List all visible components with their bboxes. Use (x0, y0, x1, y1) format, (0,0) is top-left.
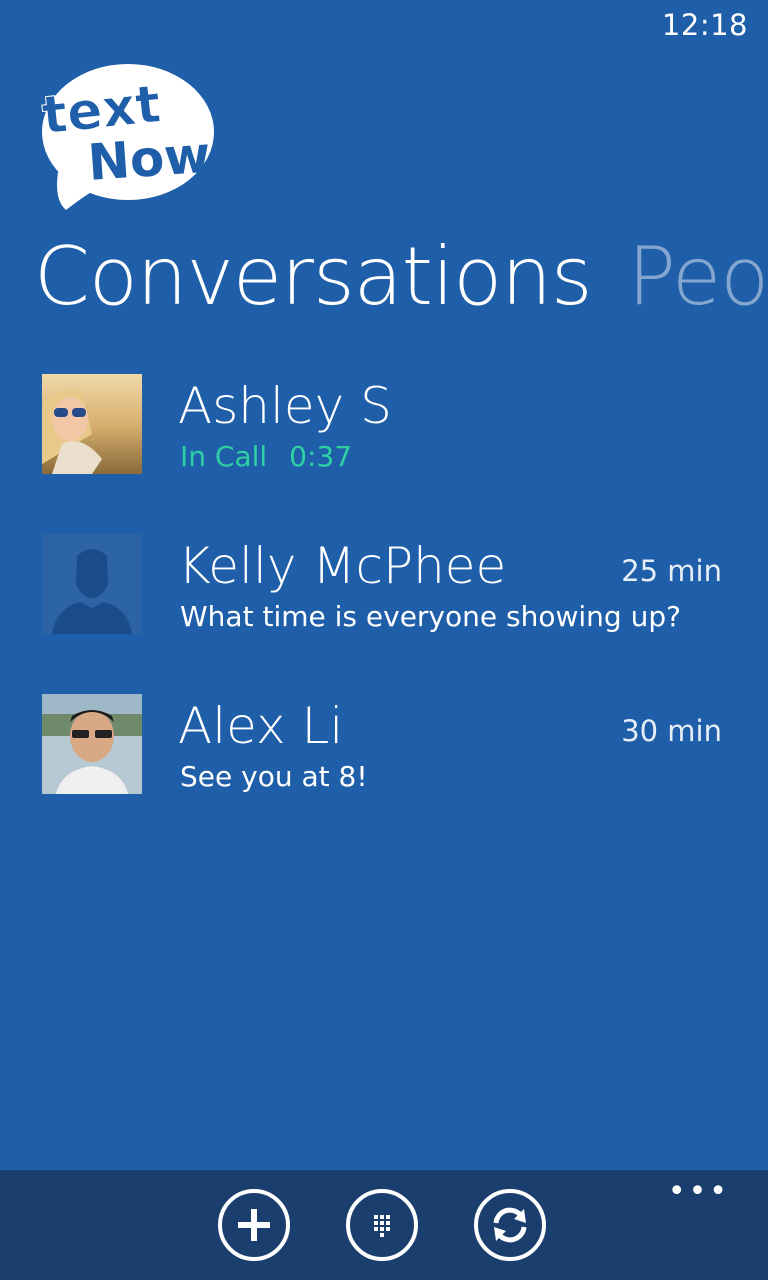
pivot-item-people[interactable]: Peo (628, 230, 768, 323)
refresh-icon (493, 1207, 527, 1243)
call-duration: 0:37 (289, 440, 353, 473)
conversation-item-kelly[interactable]: Kelly McPhee 25 min What time is everyon… (0, 534, 768, 694)
refresh-button[interactable] (474, 1189, 546, 1261)
message-time: 30 min (621, 714, 722, 748)
avatar (42, 374, 142, 474)
conversation-item-ashley[interactable]: Ashley S In Call 0:37 (0, 374, 768, 534)
plus-icon (238, 1209, 270, 1241)
contact-name: Alex Li (178, 697, 344, 755)
contact-name: Ashley S (178, 377, 392, 435)
conversation-list: Ashley S In Call 0:37 Kelly McPhee 25 min… (0, 374, 768, 854)
more-options-button[interactable]: ••• (668, 1177, 730, 1207)
status-bar-time: 12:18 (661, 8, 748, 42)
pivot-item-conversations[interactable]: Conversations (34, 230, 593, 323)
svg-text:Now: Now (86, 126, 212, 192)
message-preview: See you at 8! (180, 760, 368, 793)
pivot-header: Conversations Peo (34, 230, 768, 323)
avatar-placeholder (42, 534, 142, 634)
avatar (42, 694, 142, 794)
textnow-logo: text Now (36, 60, 216, 212)
app-bar: ••• (0, 1170, 768, 1280)
dialpad-button[interactable] (346, 1189, 418, 1261)
conversation-item-alex[interactable]: Alex Li 30 min See you at 8! (0, 694, 768, 854)
call-status-label: In Call (180, 440, 268, 473)
dialpad-icon (374, 1215, 390, 1237)
message-preview: What time is everyone showing up? (180, 600, 681, 633)
new-message-button[interactable] (218, 1189, 290, 1261)
message-time: 25 min (621, 554, 722, 588)
contact-name: Kelly McPhee (178, 537, 507, 595)
call-status: In Call 0:37 (180, 440, 352, 473)
